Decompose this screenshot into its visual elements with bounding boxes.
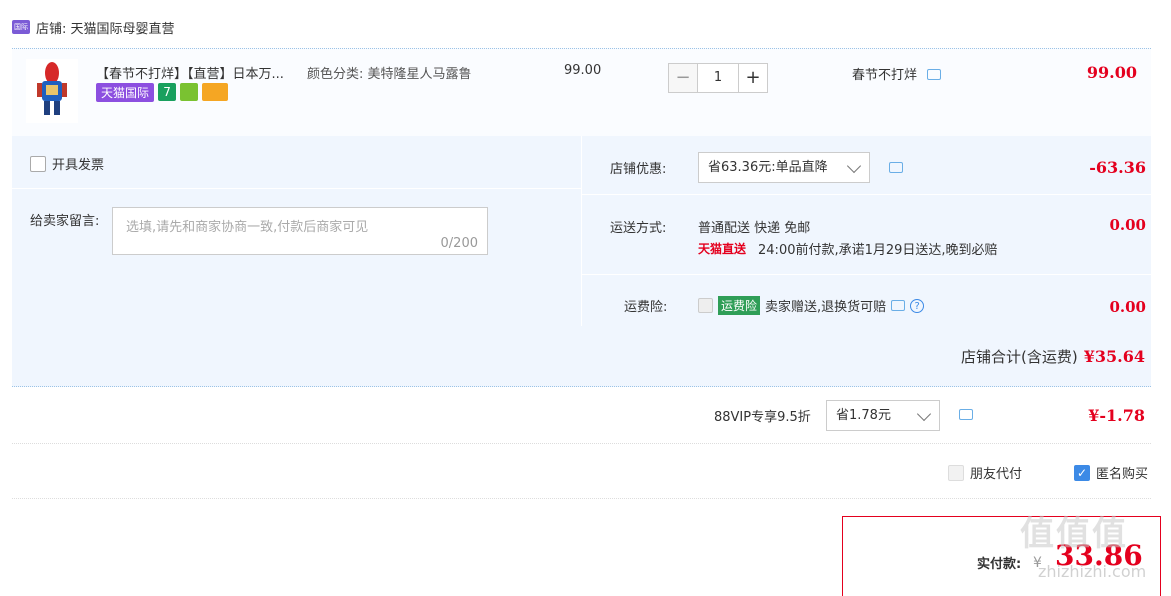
tmall-express-logo: 天猫直送 — [698, 242, 747, 256]
shipping-method: 普通配送 快递 免邮 — [698, 221, 811, 236]
seller-message-input[interactable]: 选填,请先和商家协商一致,付款后商家可见 0/200 — [112, 207, 488, 255]
shipping-amount: 0.00 — [1109, 216, 1146, 234]
vip-discount-select[interactable]: 省1.78元 — [826, 400, 940, 431]
chat-icon[interactable] — [891, 300, 906, 311]
divider — [582, 274, 1152, 275]
final-amount-label: 实付款: — [977, 557, 1022, 572]
invoice-option[interactable]: 开具发票 — [30, 154, 104, 173]
shipping-promise-row: 天猫直送 24:00前付款,承诺1月29日送达,晚到必赔 — [698, 239, 998, 258]
friend-pay-option[interactable]: 朋友代付 — [948, 463, 1022, 482]
order-options-panel: 开具发票 给卖家留言: 选填,请先和商家协商一致,付款后商家可见 0/200 店… — [12, 136, 1152, 387]
insurance-desc: 卖家赠送,退换货可赔 — [765, 300, 887, 315]
vip-discount-value: 省1.78元 — [836, 408, 891, 423]
shipping-promise: 24:00前付款,承诺1月29日送达,晚到必赔 — [758, 243, 998, 258]
tmall-global-icon: 国际 — [12, 20, 30, 34]
quantity-input[interactable]: 1 — [698, 63, 738, 93]
shop-discount-select[interactable]: 省63.36元:单品直降 — [698, 152, 870, 183]
vip-discount-label: 88VIP专享9.5折 — [714, 410, 811, 425]
message-placeholder: 选填,请先和商家协商一致,付款后商家可见 — [126, 220, 369, 235]
shop-total-amount: ¥35.64 — [1083, 347, 1145, 366]
promo-tag: 春节不打烊 — [852, 64, 942, 83]
friend-pay-label: 朋友代付 — [970, 467, 1023, 482]
tmall-global-badge: 天猫国际 — [96, 83, 155, 102]
shipping-label: 运送方式: — [610, 221, 667, 236]
increase-qty-button[interactable]: + — [738, 63, 768, 93]
guarantee-icon — [180, 83, 199, 101]
chat-icon[interactable] — [959, 409, 973, 420]
anonymous-purchase-option[interactable]: ✓ 匿名购买 — [1074, 463, 1148, 482]
product-thumbnail[interactable] — [26, 59, 78, 123]
credit-card-icon — [202, 83, 229, 101]
product-badges: 天猫国际 7 — [96, 83, 229, 102]
message-char-count: 0/200 — [440, 236, 478, 251]
message-label: 给卖家留言: — [30, 214, 100, 229]
chat-icon[interactable] — [927, 69, 942, 80]
chat-icon[interactable] — [889, 162, 903, 173]
product-spec: 颜色分类: 美特隆星人马露鲁 — [307, 67, 472, 82]
shop-total-label: 店铺合计(含运费) — [961, 348, 1078, 366]
product-title[interactable]: 【春节不打烊】【直营】日本万... — [96, 63, 284, 82]
chevron-down-icon — [916, 406, 932, 422]
cart-item-row: 【春节不打烊】【直营】日本万... 颜色分类: 美特隆星人马露鲁 天猫国际 7 … — [12, 48, 1151, 138]
promo-tag-label: 春节不打烊 — [852, 68, 918, 83]
invoice-label: 开具发票 — [52, 158, 105, 173]
unit-price: 99.00 — [564, 63, 602, 78]
invoice-checkbox[interactable] — [30, 155, 46, 172]
shop-name[interactable]: 店铺: 天猫国际母婴直营 — [36, 18, 175, 37]
shop-header: 国际 店铺: 天猫国际母婴直营 — [12, 14, 175, 40]
anonymous-checkbox[interactable]: ✓ — [1074, 464, 1090, 481]
vip-discount-amount: ¥-1.78 — [1088, 406, 1145, 425]
shop-total: 店铺合计(含运费) ¥35.64 — [961, 346, 1145, 367]
watermark-logo: 值值值 — [1020, 514, 1128, 554]
insurance-row: 运费险 卖家赠送,退换货可赔 ? — [698, 296, 925, 315]
shop-discount-label: 店铺优惠: — [610, 162, 667, 177]
insurance-label: 运费险: — [624, 300, 668, 315]
decrease-qty-button[interactable]: − — [668, 63, 698, 93]
shop-discount-value: 省63.36元:单品直降 — [708, 160, 828, 175]
watermark-site: zhizhizhi.com — [1038, 562, 1147, 581]
seven-day-return-icon: 7 — [158, 83, 177, 101]
item-total: 99.00 — [1086, 63, 1137, 82]
payment-options-row: 朋友代付 ✓ 匿名购买 — [12, 444, 1151, 499]
insurance-badge: 运费险 — [718, 296, 761, 315]
help-icon[interactable]: ? — [910, 298, 925, 313]
vip-discount-row: 88VIP专享9.5折 省1.78元 ¥-1.78 — [12, 386, 1151, 444]
shop-discount-amount: -63.36 — [1089, 158, 1146, 177]
divider — [582, 194, 1152, 195]
anonymous-label: 匿名购买 — [1096, 467, 1149, 482]
friend-pay-checkbox[interactable] — [948, 464, 964, 481]
fees-section: 店铺优惠: 省63.36元:单品直降 -63.36 运送方式: 普通配送 快递 … — [581, 136, 1152, 326]
chevron-down-icon — [846, 158, 862, 174]
insurance-amount: 0.00 — [1109, 298, 1146, 316]
insurance-checkbox — [698, 298, 713, 313]
quantity-stepper: − 1 + — [668, 63, 768, 93]
